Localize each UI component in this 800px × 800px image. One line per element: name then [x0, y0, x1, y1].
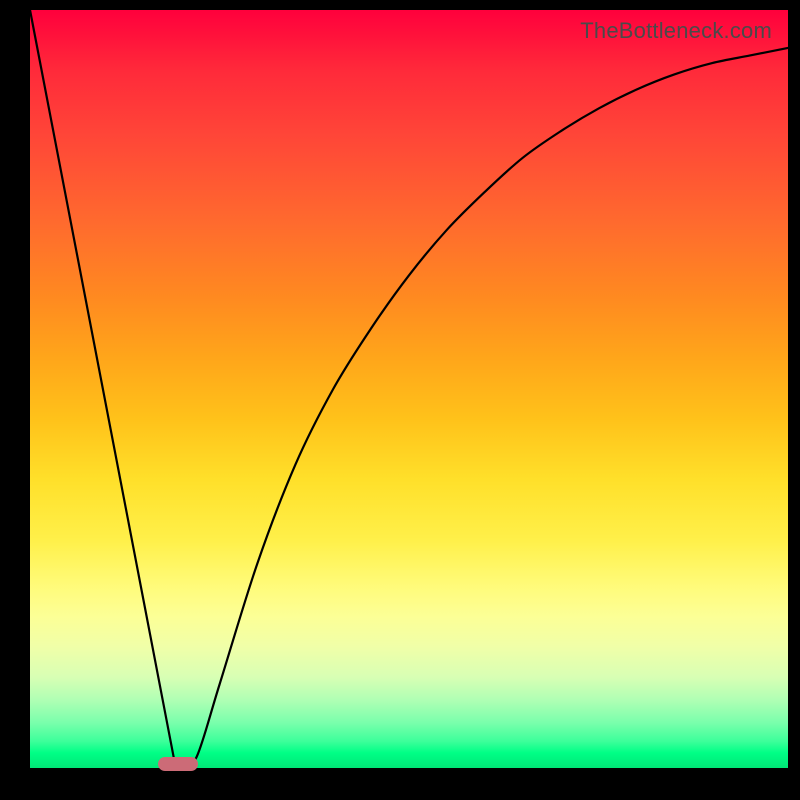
bottleneck-curve: [30, 10, 788, 768]
optimal-point-marker: [158, 757, 198, 771]
plot-area: TheBottleneck.com: [30, 10, 788, 768]
chart-frame: TheBottleneck.com: [0, 0, 800, 800]
